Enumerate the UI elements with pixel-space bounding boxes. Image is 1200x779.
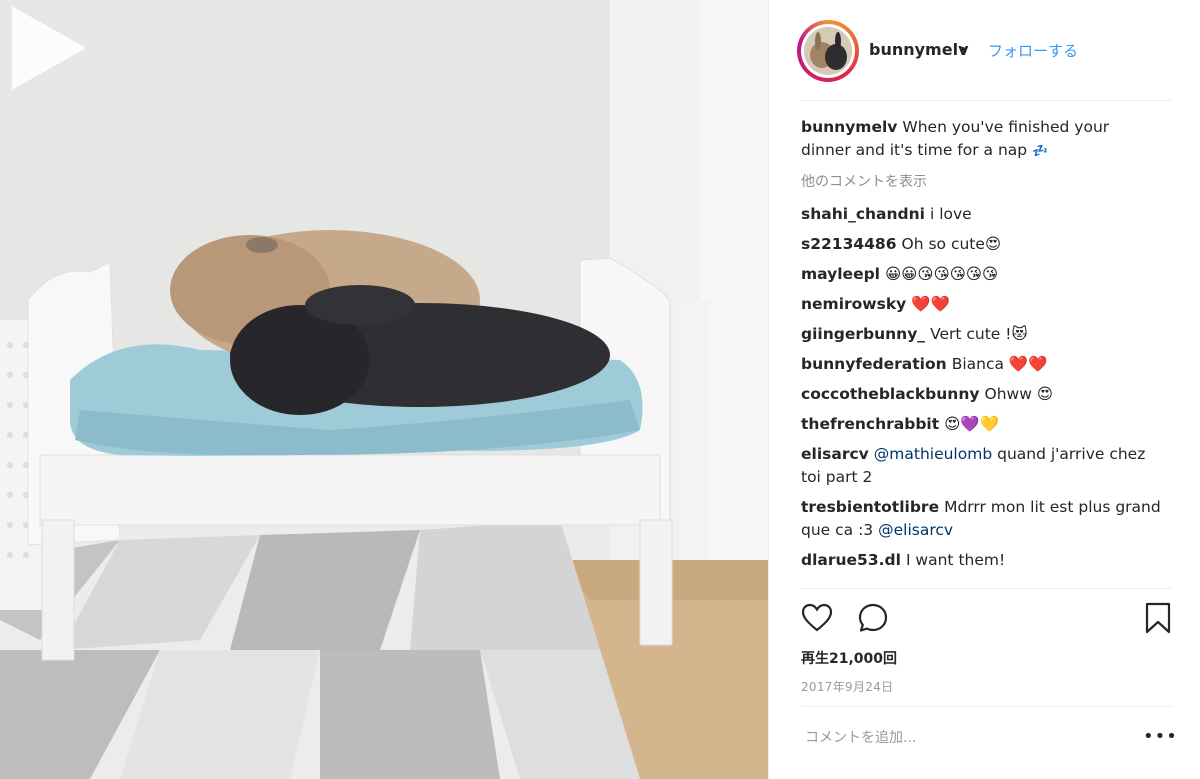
comment-item: shahi_chandni i love bbox=[801, 203, 1161, 226]
post-actions bbox=[801, 600, 1173, 640]
play-icon[interactable] bbox=[0, 0, 96, 96]
header-divider bbox=[801, 100, 1173, 101]
comment-item: coccotheblackbunny Ohww 😍 bbox=[801, 383, 1161, 406]
comment-divider bbox=[801, 706, 1173, 707]
sleep-emoji: 💤 bbox=[1032, 144, 1049, 159]
comment-username[interactable]: s22134486 bbox=[801, 235, 897, 253]
comment-item: tresbientotlibre Mdrrr mon lit est plus g… bbox=[801, 496, 1161, 542]
add-comment-input[interactable]: コメントを追加... bbox=[805, 727, 916, 747]
comment-username[interactable]: thefrenchrabbit bbox=[801, 415, 939, 433]
caption-username[interactable]: bunnymelv bbox=[801, 118, 897, 136]
instagram-post: bunnymelv • フォローする bunnymelv When you've … bbox=[0, 0, 1200, 779]
comment-mention[interactable]: @mathieulomb bbox=[874, 445, 992, 463]
comment-username[interactable]: nemirowsky bbox=[801, 295, 906, 313]
comment-text: ❤️❤️ bbox=[911, 295, 950, 313]
comment-username[interactable]: dlarue53.dl bbox=[801, 551, 901, 569]
comment-item: elisarcv @mathieulomb quand j'arrive chez… bbox=[801, 443, 1161, 489]
comment-item: mayleepl 😀😀😘😘😘😘😘 bbox=[801, 263, 1161, 286]
post-header: bunnymelv • フォローする bbox=[769, 0, 1200, 100]
heart-icon[interactable] bbox=[801, 602, 833, 634]
comment-username[interactable]: shahi_chandni bbox=[801, 205, 925, 223]
post-date[interactable]: 2017年9月24日 bbox=[801, 678, 893, 695]
separator-dot: • bbox=[958, 40, 968, 59]
comment-text: Ohww 😍 bbox=[984, 385, 1053, 403]
comments-list[interactable]: bunnymelv When you've finished your dinne… bbox=[801, 116, 1161, 579]
comment-item: s22134486 Oh so cute😍 bbox=[801, 233, 1161, 256]
actions-divider bbox=[801, 588, 1173, 589]
avatar-frame bbox=[801, 24, 855, 78]
follow-button[interactable]: フォローする bbox=[988, 40, 1078, 61]
comment-mention[interactable]: @elisarcv bbox=[878, 521, 953, 539]
header-username[interactable]: bunnymelv bbox=[869, 40, 969, 59]
speech-bubble-icon[interactable] bbox=[857, 602, 889, 634]
comment-username[interactable]: elisarcv bbox=[801, 445, 869, 463]
comment-username[interactable]: bunnyfederation bbox=[801, 355, 947, 373]
comment-username[interactable]: tresbientotlibre bbox=[801, 498, 939, 516]
comment-text: 😍💜💛 bbox=[944, 415, 999, 433]
comment-item: bunnyfederation Bianca ❤️❤️ bbox=[801, 353, 1161, 376]
comment-username[interactable]: coccotheblackbunny bbox=[801, 385, 980, 403]
bookmark-icon[interactable] bbox=[1143, 602, 1173, 634]
comment-username[interactable]: giingerbunny_ bbox=[801, 325, 925, 343]
comment-item: nemirowsky ❤️❤️ bbox=[801, 293, 1161, 316]
view-more-comments-link[interactable]: 他のコメントを表示 bbox=[801, 171, 1161, 194]
post-caption: bunnymelv When you've finished your dinne… bbox=[801, 116, 1161, 163]
view-count[interactable]: 再生21,000回 bbox=[801, 648, 897, 668]
avatar-photo bbox=[804, 27, 852, 75]
comment-text: Oh so cute😍 bbox=[901, 235, 1002, 253]
comment-text: Bianca ❤️❤️ bbox=[951, 355, 1048, 373]
video-frame bbox=[0, 0, 768, 779]
post-side-panel: bunnymelv • フォローする bunnymelv When you've … bbox=[768, 0, 1200, 779]
comment-text: i love bbox=[929, 205, 972, 223]
more-options-icon[interactable]: ••• bbox=[1143, 726, 1178, 747]
comment-text: 😀😀😘😘😘😘😘 bbox=[884, 265, 999, 283]
avatar-image bbox=[804, 27, 852, 75]
comment-username[interactable]: mayleepl bbox=[801, 265, 880, 283]
avatar[interactable] bbox=[797, 20, 859, 82]
comment-item: giingerbunny_ Vert cute !😻 bbox=[801, 323, 1161, 346]
comment-item: dlarue53.dl I want them! bbox=[801, 549, 1161, 572]
comment-item: thefrenchrabbit 😍💜💛 bbox=[801, 413, 1161, 436]
comment-text: I want them! bbox=[905, 551, 1006, 569]
post-video[interactable] bbox=[0, 0, 768, 779]
comment-text: Vert cute !😻 bbox=[930, 325, 1028, 343]
